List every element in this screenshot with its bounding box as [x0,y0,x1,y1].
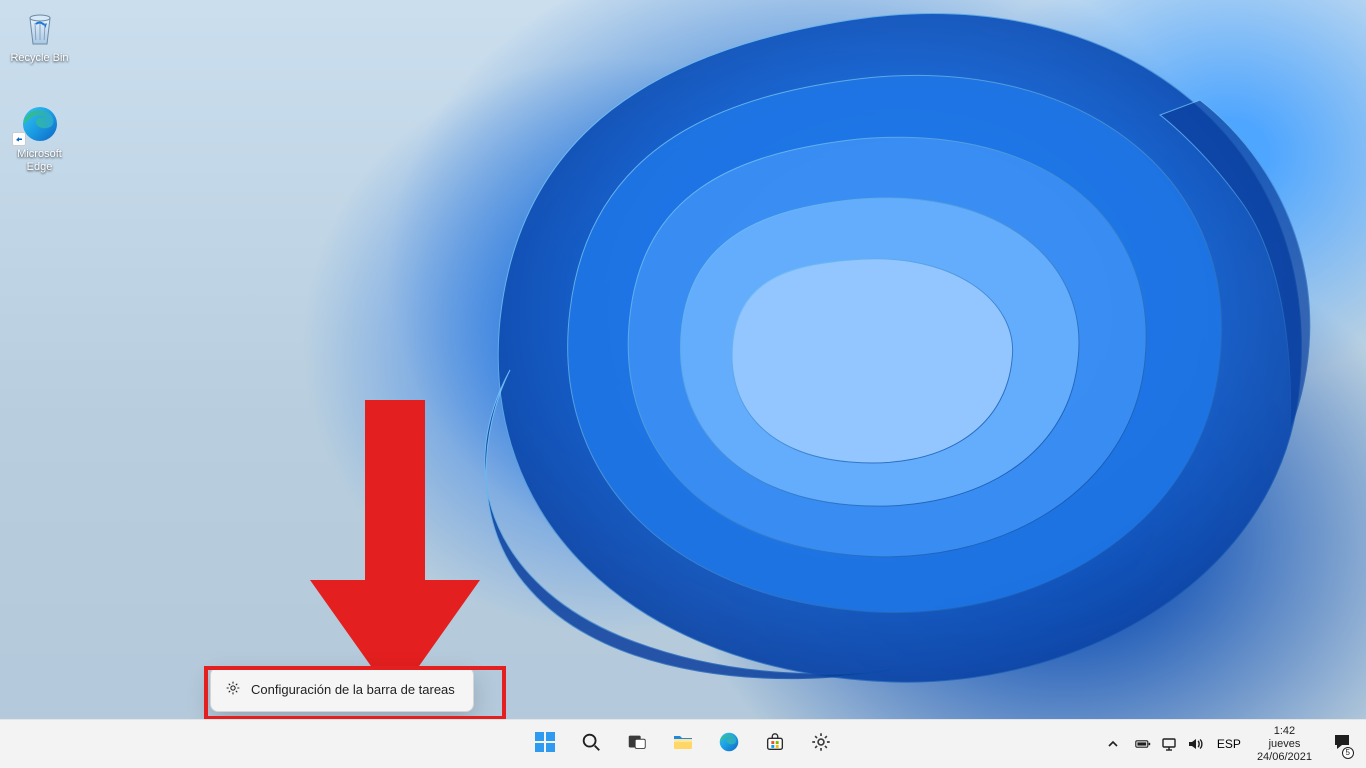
battery-icon [1135,736,1151,752]
search-button[interactable] [571,724,611,764]
notifications-badge: 5 [1342,747,1354,759]
system-tray: ESP 1:42 jueves 24/06/2021 5 [1099,720,1362,768]
desktop-icon-label: Recycle Bin [10,52,68,65]
taskbar: ESP 1:42 jueves 24/06/2021 5 [0,719,1366,768]
desktop-wallpaper [0,0,1366,768]
gear-icon [225,680,241,699]
edge-icon [717,730,741,759]
start-button[interactable] [525,724,565,764]
file-explorer-button[interactable] [663,724,703,764]
desktop-icon-edge[interactable]: Microsoft Edge [2,98,77,178]
edge-button[interactable] [709,724,749,764]
windows-logo-icon [533,730,557,759]
clock-time: 1:42 [1257,725,1312,738]
clock-day: jueves [1257,738,1312,751]
notifications-button[interactable]: 5 [1322,724,1362,764]
chevron-up-icon [1105,736,1121,752]
task-view-button[interactable] [617,724,657,764]
desktop-icons: Recycle Bin [2,2,77,194]
menu-item-label: Configuración de la barra de tareas [251,682,455,697]
settings-button[interactable] [801,724,841,764]
language-indicator[interactable]: ESP [1211,737,1247,751]
volume-icon [1187,736,1203,752]
store-icon [764,731,786,758]
network-icon [1161,736,1177,752]
taskbar-center-group [525,720,841,768]
taskbar-clock[interactable]: 1:42 jueves 24/06/2021 [1249,725,1320,764]
notifications-icon: 5 [1332,732,1352,757]
gear-icon [810,731,832,758]
desktop-icon-recycle-bin[interactable]: Recycle Bin [2,2,77,82]
search-icon [580,731,602,758]
recycle-bin-icon [18,6,62,50]
task-view-icon [626,731,648,758]
file-explorer-icon [671,730,695,759]
store-button[interactable] [755,724,795,764]
desktop-icon-label: Microsoft Edge [17,148,62,174]
clock-date: 24/06/2021 [1257,751,1312,764]
menu-item-taskbar-settings[interactable]: Configuración de la barra de tareas [215,672,469,707]
tray-quick-settings[interactable] [1129,724,1209,764]
taskbar-context-menu: Configuración de la barra de tareas [210,667,474,712]
tray-overflow-button[interactable] [1099,724,1127,764]
shortcut-overlay-icon [12,132,26,146]
